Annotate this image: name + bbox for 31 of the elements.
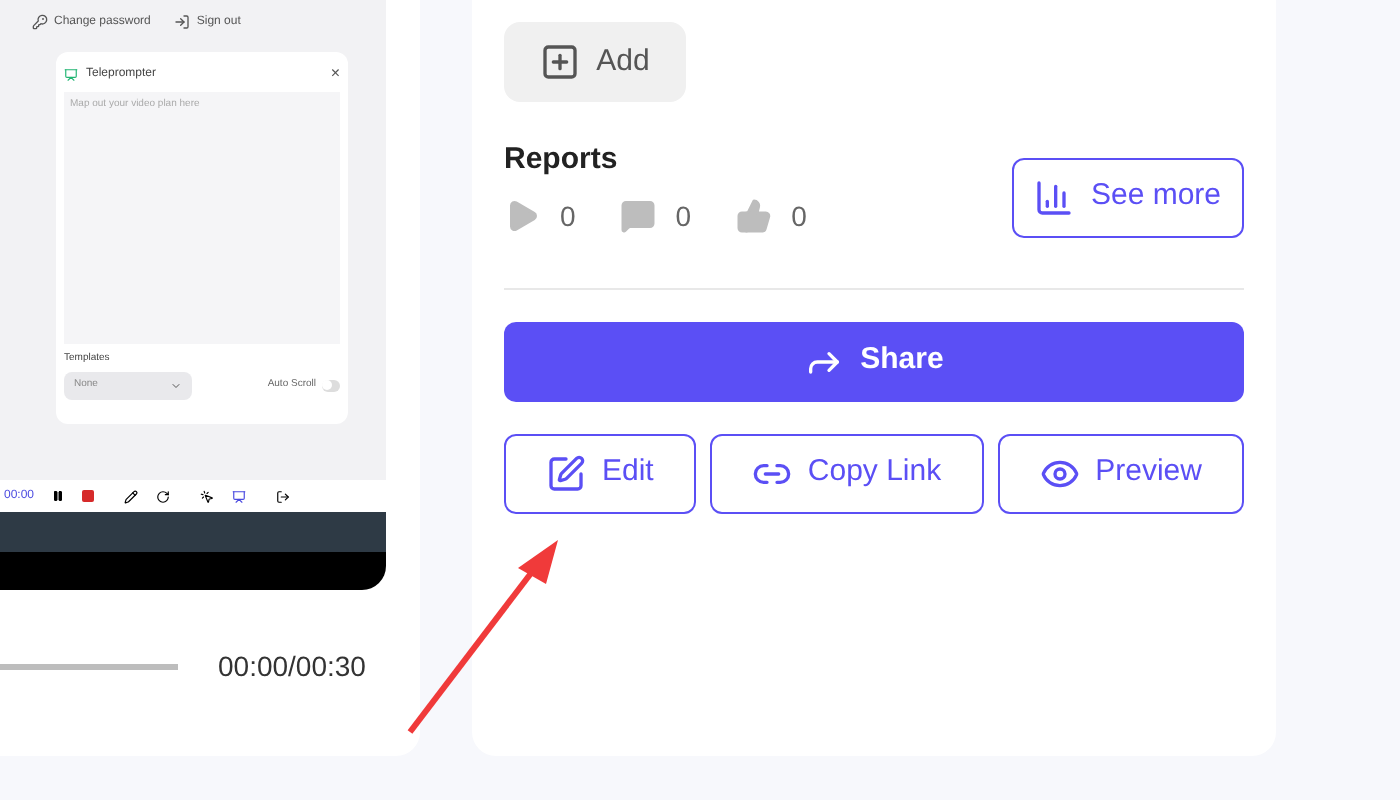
pause-icon[interactable]	[52, 490, 65, 502]
exit-icon[interactable]	[276, 489, 291, 503]
share-button[interactable]: Share	[504, 321, 1244, 401]
comment-icon	[619, 198, 656, 234]
auto-scroll-toggle[interactable]	[322, 379, 340, 391]
plus-icon	[540, 42, 581, 82]
key-icon	[32, 14, 48, 30]
rotate-icon[interactable]	[156, 489, 171, 503]
stat-count: 0	[791, 197, 807, 235]
stat-count: 0	[560, 197, 576, 235]
cursor-icon[interactable]	[200, 489, 215, 503]
sign-out-icon	[174, 14, 191, 30]
close-button[interactable]: ×	[330, 66, 340, 82]
action-button[interactable]: Edit	[504, 433, 696, 513]
teleprompter-icon[interactable]	[232, 489, 247, 503]
pencil-icon[interactable]	[124, 489, 139, 503]
teleprompter-icon	[64, 67, 78, 81]
playback-time: 00:00/00:30	[218, 648, 366, 686]
see-more-button[interactable]: See more	[1012, 157, 1244, 237]
add-tag-button[interactable]: Add	[504, 22, 686, 102]
edit-icon	[546, 453, 586, 493]
stat-count: 0	[675, 197, 692, 235]
action-button[interactable]: Preview	[997, 433, 1244, 513]
reports-title: Reports	[504, 140, 620, 180]
play-icon	[504, 198, 540, 234]
thumbs-up-icon	[735, 198, 772, 234]
action-button[interactable]: Copy Link	[709, 433, 984, 513]
bar-chart-icon	[1034, 177, 1075, 217]
record-icon[interactable]	[82, 490, 95, 502]
chevron-down-icon	[170, 379, 182, 391]
progress-track[interactable]	[0, 664, 178, 670]
